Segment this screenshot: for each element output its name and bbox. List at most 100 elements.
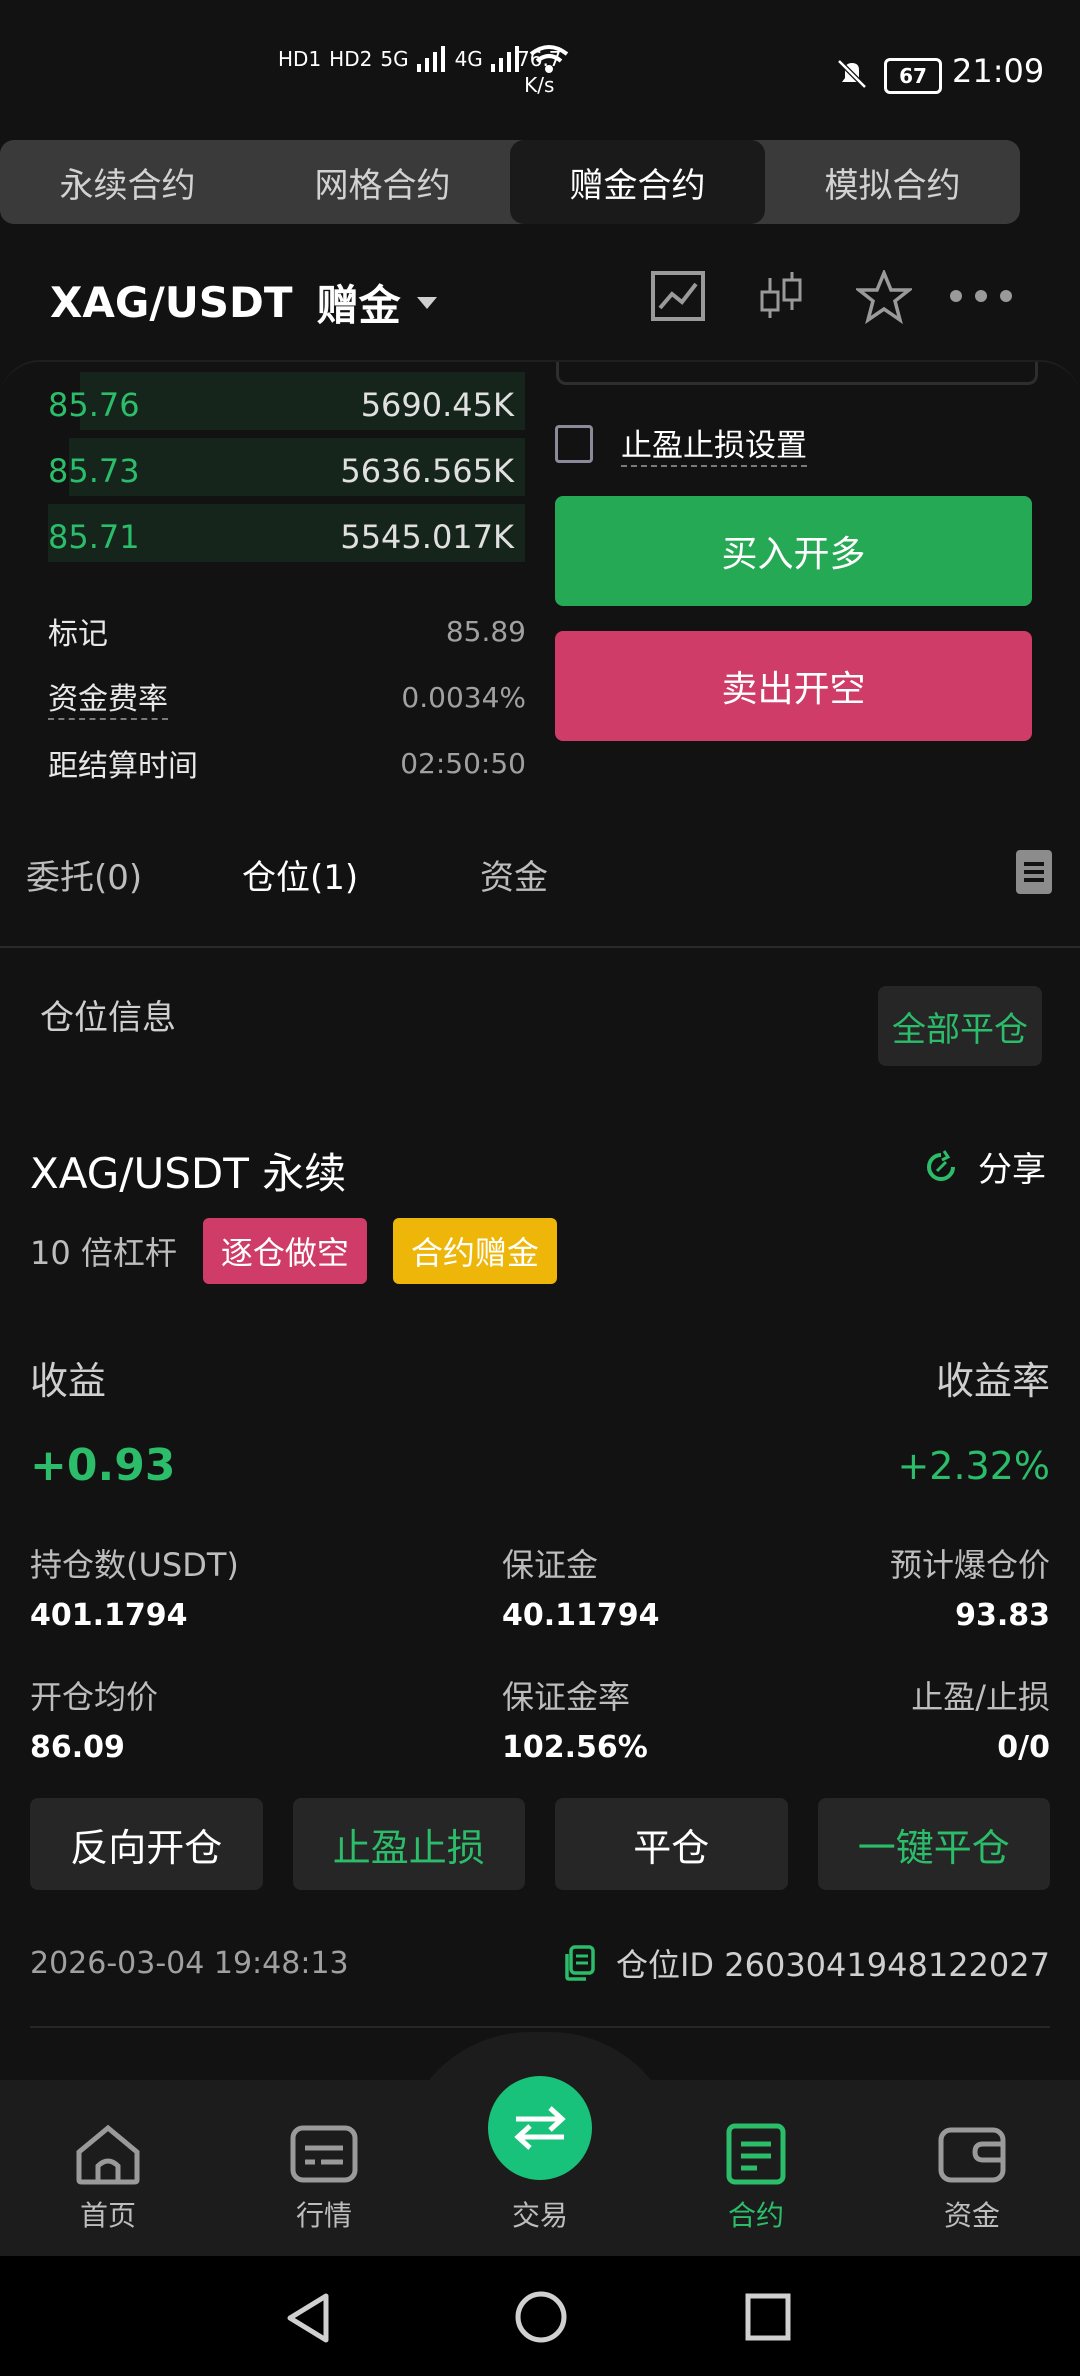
- nav-market[interactable]: 行情: [254, 2122, 394, 2234]
- pnl-value: +0.93: [30, 1440, 176, 1491]
- share-label: 分享: [978, 1150, 1046, 1190]
- open-time: 2026-03-04 19:48:13: [30, 1946, 349, 1981]
- tpsl-value: 0/0: [997, 1730, 1050, 1765]
- liq-value: 93.83: [955, 1598, 1050, 1633]
- quick-close-button[interactable]: 一键平仓: [817, 1798, 1050, 1890]
- margin-ratio-value: 102.56%: [502, 1730, 648, 1765]
- more-icon[interactable]: [948, 288, 1014, 304]
- bid-price: 85.73: [48, 452, 140, 490]
- section-title: 仓位信息: [40, 998, 176, 1038]
- tpsl-label: 止盈/止损: [911, 1678, 1050, 1716]
- nav-home-label: 首页: [79, 2199, 136, 2232]
- status-bar: HD1 HD2 5G 4G 76.7 K/s 67 21:09: [0, 0, 1080, 140]
- nav-trade-label: 交易: [511, 2199, 568, 2232]
- order-book: 85.76 5690.45K 85.73 5636.565K 85.71 554…: [0, 368, 530, 566]
- margin-ratio-label: 保证金率: [502, 1678, 631, 1716]
- swap-arrows-icon: [514, 2106, 566, 2150]
- funding-value: 0.0034%: [401, 680, 526, 714]
- trade-fab-button[interactable]: [488, 2076, 592, 2180]
- symbol-tag: 赠金: [316, 281, 401, 330]
- tab-simulated[interactable]: 模拟合约: [765, 140, 1020, 224]
- back-icon[interactable]: [284, 2292, 332, 2344]
- position-id-label: 仓位ID 2603041948122027: [615, 1946, 1050, 1984]
- nav-market-label: 行情: [295, 2199, 352, 2232]
- hd2-label: HD2: [329, 47, 373, 71]
- close-all-button[interactable]: 全部平仓: [878, 986, 1042, 1066]
- sell-short-button[interactable]: 卖出开空: [555, 631, 1032, 741]
- mark-price-row: 标记 85.89: [48, 598, 526, 664]
- clock: 21:09: [952, 52, 1045, 90]
- tab-perpetual[interactable]: 永续合约: [0, 140, 255, 224]
- list-icon[interactable]: [1016, 850, 1052, 894]
- home-button-icon[interactable]: [514, 2290, 568, 2344]
- market-stats: 标记 85.89 资金费率 0.0034% 距结算时间 02:50:50: [48, 598, 526, 796]
- share-icon: [927, 1149, 955, 1181]
- order-book-row[interactable]: 85.71 5545.017K: [0, 500, 530, 566]
- nav-contract[interactable]: 合约: [686, 2122, 826, 2234]
- reverse-position-button[interactable]: 反向开仓: [30, 1798, 263, 1890]
- home-icon: [76, 2124, 140, 2185]
- bid-price: 85.71: [48, 518, 140, 556]
- mark-label: 标记: [48, 617, 108, 652]
- settle-value: 02:50:50: [400, 746, 526, 780]
- position-actions: 反向开仓 止盈止损 平仓 一键平仓: [30, 1798, 1050, 1890]
- nav-trade[interactable]: 交易: [470, 2190, 610, 2234]
- funding-label[interactable]: 资金费率: [48, 674, 168, 720]
- tab-positions[interactable]: 仓位(1): [242, 850, 358, 899]
- tp-sl-checkbox[interactable]: [555, 424, 593, 463]
- symbol-pair: XAG/USDT: [50, 278, 293, 327]
- net1-label: 5G: [380, 47, 409, 71]
- margin-label: 保证金: [502, 1546, 599, 1584]
- entry-value: 86.09: [30, 1730, 125, 1765]
- caret-down-icon: [416, 296, 437, 309]
- divider: [30, 2026, 1050, 2028]
- liq-label: 预计爆仓价: [889, 1546, 1050, 1584]
- size-label: 持仓数(USDT): [30, 1546, 239, 1584]
- tp-sl-button[interactable]: 止盈止损: [292, 1798, 525, 1890]
- order-book-row[interactable]: 85.76 5690.45K: [0, 368, 530, 434]
- bell-muted-icon: [837, 59, 867, 89]
- recents-icon[interactable]: [744, 2292, 792, 2342]
- bid-qty: 5545.017K: [340, 518, 514, 556]
- tab-grid[interactable]: 网格合约: [255, 140, 510, 224]
- roe-value: +2.32%: [897, 1444, 1050, 1488]
- bid-qty: 5690.45K: [360, 386, 514, 424]
- contract-icon: [726, 2123, 786, 2185]
- tp-sl-toggle[interactable]: 止盈止损设置: [555, 420, 807, 467]
- entry-label: 开仓均价: [30, 1678, 159, 1716]
- position-id[interactable]: 仓位ID 2603041948122027: [562, 1940, 1050, 1986]
- tab-assets[interactable]: 资金: [480, 850, 548, 899]
- contract-tabs: 永续合约 网格合约 赠金合约 模拟合约: [0, 140, 1020, 224]
- signal-icon: [416, 46, 445, 72]
- buy-long-button[interactable]: 买入开多: [555, 496, 1032, 606]
- bonus-badge: 合约赠金: [392, 1218, 557, 1284]
- input-edge: [556, 362, 1038, 385]
- bid-price: 85.76: [48, 386, 140, 424]
- nav-contract-label: 合约: [727, 2199, 784, 2232]
- tab-bonus[interactable]: 赠金合约: [510, 140, 765, 224]
- nav-assets-label: 资金: [943, 2199, 1000, 2232]
- net-speed: 76.7 K/s: [517, 47, 562, 97]
- chart-icon[interactable]: [650, 270, 706, 322]
- nav-home[interactable]: 首页: [38, 2122, 178, 2234]
- share-button[interactable]: 分享: [922, 1142, 1046, 1191]
- margin-value: 40.11794: [502, 1598, 660, 1633]
- star-icon[interactable]: [856, 270, 912, 324]
- battery-indicator: 67: [884, 58, 942, 94]
- bid-qty: 5636.565K: [340, 452, 514, 490]
- roe-label: 收益率: [935, 1359, 1050, 1403]
- market-icon: [290, 2125, 358, 2183]
- position-tabs: 委托(0) 仓位(1) 资金: [26, 850, 1066, 902]
- nav-assets[interactable]: 资金: [902, 2122, 1042, 2234]
- settle-label: 距结算时间: [48, 749, 198, 784]
- candlestick-icon[interactable]: [758, 270, 804, 322]
- order-book-row[interactable]: 85.73 5636.565K: [0, 434, 530, 500]
- leverage-row: 10 倍杠杆 逐仓做空 合约赠金: [30, 1218, 557, 1284]
- close-position-button[interactable]: 平仓: [555, 1798, 788, 1890]
- tab-orders[interactable]: 委托(0): [26, 850, 142, 899]
- side-badge: 逐仓做空: [202, 1218, 367, 1284]
- leverage-label: 10 倍杠杆: [30, 1234, 177, 1272]
- symbol-selector[interactable]: XAG/USDT 赠金: [50, 272, 437, 333]
- pnl-label: 收益: [30, 1359, 107, 1403]
- tp-sl-label: 止盈止损设置: [621, 420, 807, 467]
